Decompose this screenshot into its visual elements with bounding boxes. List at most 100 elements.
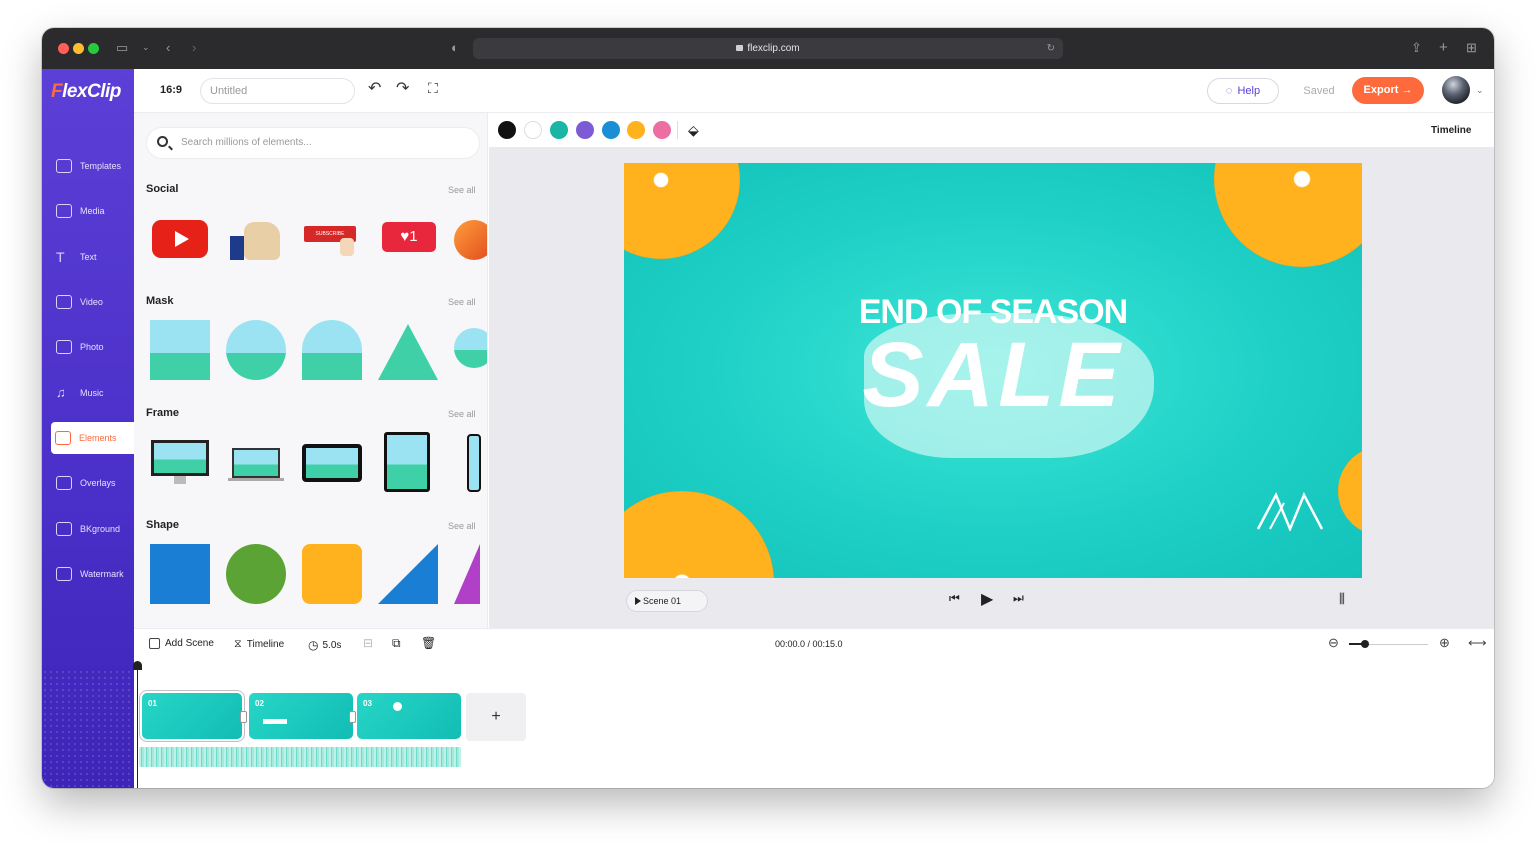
sidebar-item-overlays[interactable]: Overlays xyxy=(52,467,134,499)
zoom-in-icon[interactable]: ⊕ xyxy=(1439,635,1450,651)
templates-icon xyxy=(56,159,72,173)
sidebar-item-templates[interactable]: Templates xyxy=(52,150,134,182)
address-bar[interactable]: flexclip.com ↻ xyxy=(473,38,1063,59)
audio-waveform-track[interactable] xyxy=(139,747,461,767)
scene-clip[interactable]: 03 xyxy=(357,693,461,739)
transition-handle[interactable] xyxy=(349,711,356,723)
monitor-frame-element[interactable] xyxy=(150,432,210,492)
square-mask-element[interactable] xyxy=(150,320,210,380)
fit-width-icon[interactable]: ⟷ xyxy=(1468,635,1487,651)
scene-clip[interactable]: 02 xyxy=(249,693,353,739)
triangle-shape-element[interactable] xyxy=(378,544,438,604)
add-clip-button[interactable]: + xyxy=(466,693,526,741)
fullscreen-icon[interactable]: ⛶ xyxy=(428,81,438,95)
audio-wave-icon[interactable]: ⫼ xyxy=(1339,591,1345,607)
subscribe-element[interactable]: SUBSCRIBE xyxy=(302,208,362,268)
redo-icon[interactable]: ↷ xyxy=(396,81,409,97)
see-all-shape-link[interactable]: See all xyxy=(448,521,476,531)
arch-mask-element[interactable] xyxy=(302,320,362,380)
sidebar-item-label: Photo xyxy=(80,342,104,352)
skip-back-icon[interactable]: ⏮ xyxy=(949,591,960,606)
scene-play-button[interactable]: Scene 01 xyxy=(626,590,708,612)
duration-button[interactable]: ◷ 5.0s xyxy=(308,638,341,652)
tablet-frame-element[interactable] xyxy=(302,432,362,492)
chevron-down-icon[interactable]: ⌄ xyxy=(1476,85,1484,96)
trash-icon[interactable]: 🗑 xyxy=(421,636,436,650)
project-title-input[interactable]: Untitled xyxy=(200,78,355,104)
maximize-window-button[interactable] xyxy=(88,43,99,54)
like-notification-element[interactable]: ♥1 xyxy=(378,208,438,268)
scene-clip[interactable]: 01 xyxy=(142,693,242,739)
sidebar-item-media[interactable]: Media xyxy=(52,195,134,227)
sidebar-item-video[interactable]: Video xyxy=(52,286,134,318)
close-window-button[interactable] xyxy=(58,43,69,54)
duplicate-icon[interactable]: ⧉ xyxy=(392,636,401,651)
sidebar-item-text[interactable]: T Text xyxy=(52,241,134,273)
shield-icon[interactable]: ◐ xyxy=(451,41,459,54)
reload-icon[interactable]: ↻ xyxy=(1047,38,1055,59)
split-icon[interactable]: ⊟ xyxy=(363,636,373,650)
zoom-slider-handle[interactable] xyxy=(1361,640,1369,648)
color-swatch-orange[interactable] xyxy=(627,121,645,139)
undo-icon[interactable]: ↶ xyxy=(368,81,381,97)
thumbs-up-element[interactable] xyxy=(226,208,286,268)
back-icon[interactable]: ‹ xyxy=(166,41,170,54)
see-all-frame-link[interactable]: See all xyxy=(448,409,476,419)
see-all-mask-link[interactable]: See all xyxy=(448,297,476,307)
frame-element-partial[interactable] xyxy=(467,432,481,492)
timeline-toggle[interactable]: Timeline xyxy=(1431,125,1471,136)
color-swatch-pink[interactable] xyxy=(653,121,671,139)
flexclip-logo[interactable]: FlexClip xyxy=(51,81,121,103)
help-button[interactable]: ◌ Help xyxy=(1207,78,1279,104)
sidebar-item-music[interactable]: ♫ Music xyxy=(52,377,134,409)
color-swatch-blue[interactable] xyxy=(602,121,620,139)
color-swatch-white[interactable] xyxy=(524,121,542,139)
paint-bucket-icon[interactable]: ⬙ xyxy=(688,122,699,139)
video-canvas[interactable]: END OF SEASON SALE xyxy=(624,163,1362,578)
search-input[interactable]: Search millions of elements... xyxy=(146,127,480,159)
square-shape-element[interactable] xyxy=(150,544,210,604)
aspect-ratio-button[interactable]: 16:9 xyxy=(160,84,182,96)
laptop-frame-element[interactable] xyxy=(226,432,286,492)
export-button[interactable]: Export → xyxy=(1352,77,1424,104)
share-icon[interactable]: ⇪ xyxy=(1411,41,1422,54)
transition-handle[interactable] xyxy=(240,711,247,723)
sidebar-item-background[interactable]: BKground xyxy=(52,513,134,545)
circle-mask-element[interactable] xyxy=(226,320,286,380)
sidebar: FlexClip Templates Media T Text Video Pho… xyxy=(42,69,134,788)
section-title-shape: Shape xyxy=(146,519,180,531)
phone-frame-element[interactable] xyxy=(384,432,444,492)
new-tab-icon[interactable]: + xyxy=(1439,40,1448,55)
heart-mask-element[interactable] xyxy=(454,320,487,380)
sidebar-item-elements[interactable]: Elements xyxy=(51,422,134,454)
sidebar-item-photo[interactable]: Photo xyxy=(52,331,134,363)
avatar[interactable] xyxy=(1442,76,1470,104)
add-scene-icon xyxy=(149,638,160,649)
timeline-button[interactable]: ⧖ Timeline xyxy=(234,638,284,651)
export-label: Export xyxy=(1363,84,1399,96)
minimize-window-button[interactable] xyxy=(73,43,84,54)
sidebar-item-watermark[interactable]: Watermark xyxy=(52,558,134,590)
gradient-shape-element[interactable] xyxy=(454,544,480,604)
sidebar-item-label: Media xyxy=(80,206,105,216)
chevron-down-icon[interactable]: ⌄ xyxy=(142,43,150,52)
triangle-mask-element[interactable] xyxy=(378,320,438,380)
play-icon[interactable]: ▶ xyxy=(981,589,993,609)
color-swatch-purple[interactable] xyxy=(576,121,594,139)
color-swatch-black[interactable] xyxy=(498,121,516,139)
color-swatch-teal[interactable] xyxy=(550,121,568,139)
skip-forward-icon[interactable]: ⏭ xyxy=(1013,591,1024,606)
playhead[interactable] xyxy=(133,661,142,788)
see-all-social-link[interactable]: See all xyxy=(448,185,476,195)
zoom-out-icon[interactable]: ⊖ xyxy=(1328,635,1339,651)
orange-slice-top-left xyxy=(624,163,740,259)
rounded-square-shape-element[interactable] xyxy=(302,544,362,604)
social-element-partial[interactable] xyxy=(454,208,487,268)
sidebar-toggle-icon[interactable]: ▭ xyxy=(116,41,128,54)
add-scene-button[interactable]: Add Scene xyxy=(149,638,214,649)
tab-overview-icon[interactable]: ⊞ xyxy=(1466,41,1477,54)
youtube-element[interactable] xyxy=(150,208,210,268)
sale-text[interactable]: SALE xyxy=(624,323,1362,428)
circle-shape-element[interactable] xyxy=(226,544,286,604)
forward-icon[interactable]: › xyxy=(192,41,196,54)
